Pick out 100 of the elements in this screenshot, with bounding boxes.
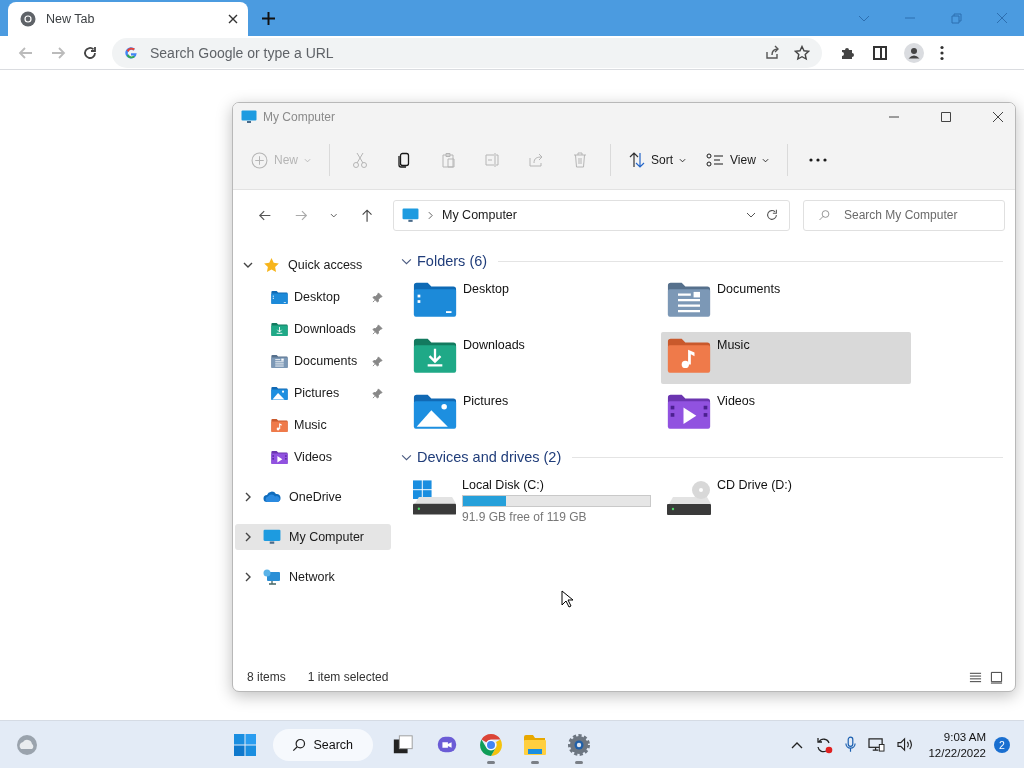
side-panel-icon[interactable] [872, 44, 888, 61]
folder-item[interactable]: Desktop [407, 276, 657, 328]
cd-drive-icon [667, 480, 711, 516]
recent-locations-icon[interactable] [330, 212, 338, 218]
network-icon [263, 569, 281, 585]
menu-icon[interactable] [940, 44, 944, 61]
cursor-icon [561, 590, 573, 608]
address-field[interactable]: My Computer [392, 199, 790, 231]
folder-item[interactable]: Downloads [407, 332, 657, 384]
folder-item[interactable]: Music [661, 332, 911, 384]
windows-logo-icon [232, 732, 257, 757]
address-bar[interactable]: Search Google or type a URL [112, 37, 822, 68]
chrome-icon [20, 11, 36, 27]
dropdown-icon[interactable] [746, 212, 756, 218]
disk-drive-icon [413, 480, 456, 516]
plus-circle-icon [251, 151, 268, 169]
section-heading: Devices and drives (2) [417, 449, 562, 465]
folder-icon [271, 289, 288, 305]
drive-name: CD Drive (D:) [717, 478, 792, 492]
expand-chevron-icon[interactable] [243, 532, 253, 542]
chevron-icon [427, 210, 433, 220]
rename-icon [484, 152, 500, 168]
tiles-view-icon[interactable] [990, 670, 1003, 684]
search-box[interactable]: Search My Computer [803, 199, 1005, 231]
details-view-icon[interactable] [969, 671, 982, 683]
sidebar-item[interactable]: My Computer [235, 524, 391, 550]
sort-icon [629, 152, 645, 168]
collapse-chevron-icon[interactable] [243, 260, 253, 270]
more-icon [808, 158, 827, 162]
computer-icon [401, 206, 419, 224]
avatar-icon[interactable] [904, 42, 924, 63]
trash-icon [572, 152, 588, 168]
new-tab-icon[interactable] [262, 12, 275, 25]
sidebar-item[interactable]: Quick access [235, 252, 391, 278]
video-folder-icon [271, 449, 288, 465]
share-icon[interactable] [764, 44, 780, 61]
drive-item[interactable]: CD Drive (D:) [661, 472, 911, 528]
folder-item[interactable]: Videos [661, 388, 911, 440]
clock[interactable]: 9:03 AM 12/22/2022 [928, 728, 986, 761]
pin-icon[interactable] [372, 323, 383, 335]
settings-icon [566, 732, 591, 757]
sidebar-item[interactable]: Documents [235, 348, 391, 374]
maximize-icon[interactable] [940, 111, 952, 123]
item-count: 8 items [247, 670, 286, 684]
selection-count: 1 item selected [307, 670, 389, 684]
browser-tab[interactable]: New Tab [8, 2, 248, 36]
task-view-icon [391, 733, 414, 756]
sidebar-item[interactable]: Videos [235, 444, 391, 470]
picture-folder-icon [271, 385, 288, 401]
sidebar-item[interactable]: OneDrive [235, 484, 391, 510]
drive-name: Local Disk (C:) [462, 478, 545, 492]
notification-badge[interactable]: 2 [994, 736, 1010, 753]
volume-icon[interactable] [897, 737, 915, 752]
search-input[interactable]: Search My Computer [842, 207, 996, 223]
refresh-icon[interactable] [765, 208, 779, 222]
pin-icon[interactable] [372, 291, 383, 303]
folder-item[interactable]: Documents [661, 276, 911, 328]
pin-icon[interactable] [372, 387, 383, 399]
copy-icon [396, 152, 412, 168]
network-status-icon[interactable] [868, 737, 886, 752]
microphone-icon[interactable] [845, 736, 857, 753]
collapse-chevron-icon[interactable] [401, 453, 412, 461]
scissors-icon [352, 152, 368, 168]
picture-folder-icon [413, 392, 457, 429]
folder-item[interactable]: Pictures [407, 388, 657, 440]
expand-chevron-icon[interactable] [243, 572, 253, 582]
close-icon[interactable] [228, 14, 238, 24]
tab-title: New Tab [46, 12, 96, 26]
search-button[interactable]: Search [272, 728, 373, 761]
view-icon [706, 153, 725, 167]
sidebar-item[interactable]: Network [235, 564, 391, 590]
caret-up-icon[interactable] [791, 740, 804, 749]
computer-icon [241, 109, 257, 125]
pin-icon[interactable] [372, 355, 383, 367]
sidebar-item[interactable]: Pictures [235, 380, 391, 406]
document-folder-icon [271, 353, 288, 369]
collapse-chevron-icon[interactable] [401, 257, 412, 265]
sidebar-item[interactable]: Desktop [235, 284, 391, 310]
caret-icon [304, 157, 311, 163]
close-icon[interactable] [992, 111, 1004, 123]
drive-item[interactable]: Local Disk (C:) 91.9 GB free of 119 GB [407, 472, 657, 528]
expand-chevron-icon[interactable] [243, 492, 253, 502]
star-icon[interactable] [794, 44, 810, 61]
sort-button[interactable]: Sort [621, 142, 695, 178]
clipboard-icon [440, 152, 456, 168]
sidebar-item[interactable]: Music [235, 412, 391, 438]
folder-icon [413, 280, 457, 317]
download-folder-icon [413, 336, 457, 373]
sidebar-item[interactable]: Downloads [235, 316, 391, 342]
omnibox-input[interactable]: Search Google or type a URL [148, 43, 750, 62]
reload-icon[interactable] [82, 44, 98, 61]
sync-icon[interactable] [815, 735, 834, 754]
date: 12/22/2022 [928, 745, 986, 761]
view-button[interactable]: View [698, 142, 777, 178]
video-folder-icon [667, 392, 711, 429]
caret-icon [761, 157, 769, 163]
cloud-icon [263, 491, 281, 503]
google-icon [124, 45, 138, 60]
search-icon [818, 208, 830, 222]
download-folder-icon [271, 321, 288, 337]
